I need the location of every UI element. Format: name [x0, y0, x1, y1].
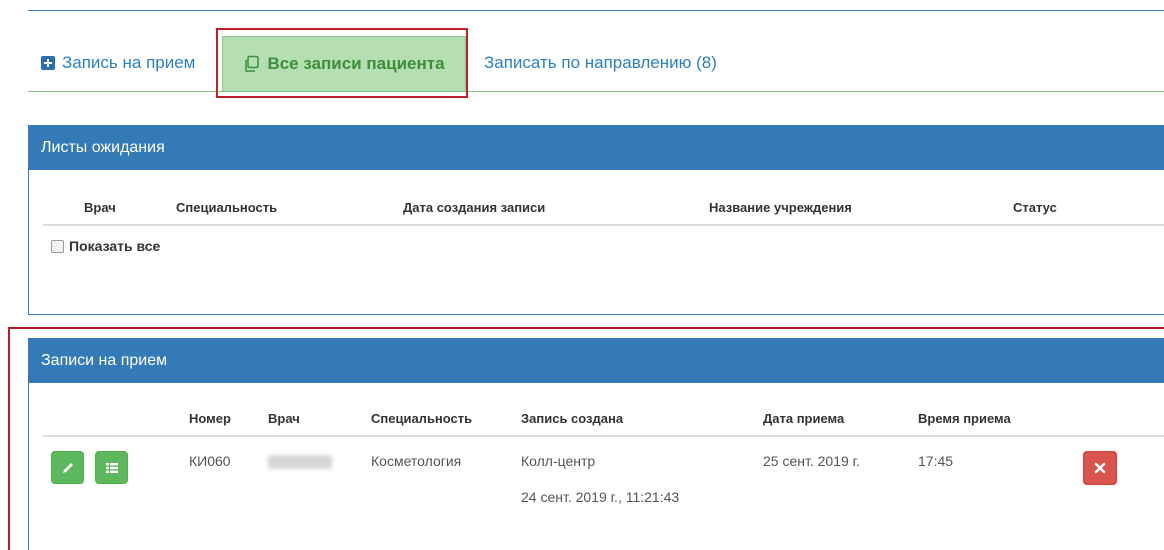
waiting-list-title: Листы ожидания [29, 126, 1164, 170]
checkbox[interactable] [51, 239, 64, 253]
pencil-icon [62, 462, 73, 473]
close-icon [1094, 462, 1106, 474]
tab-all-records-label: Все записи пациента [267, 54, 445, 73]
plus-square-icon [41, 56, 55, 70]
list-icon [105, 462, 118, 473]
tab-referral[interactable]: Записать по направлению (8) [484, 35, 717, 91]
tab-bar: Запись на прием Все записи пациента Запи… [28, 35, 1164, 92]
blurred-doctor-name [268, 455, 332, 469]
row-created-by: Колл-центр [521, 453, 596, 469]
waiting-list-header: Врач Специальность Дата создания записи … [43, 192, 1164, 226]
appointments-panel: Записи на прием Номер Врач Специальность… [28, 338, 1164, 550]
col-doctor: Врач [268, 411, 300, 426]
copy-icon [243, 55, 261, 73]
row-time: 17:45 [918, 453, 954, 469]
row-date: 25 сент. 2019 г. [763, 453, 860, 469]
tab-appointment-label: Запись на прием [62, 53, 196, 72]
show-all-checkbox[interactable]: Показать все [51, 238, 160, 254]
col-number: Номер [189, 411, 231, 426]
delete-button[interactable] [1083, 451, 1117, 485]
col-created: Запись создана [521, 411, 624, 426]
tab-all-records[interactable]: Все записи пациента [222, 36, 466, 91]
appointments-header: Номер Врач Специальность Запись создана … [43, 403, 1164, 437]
col-specialty: Специальность [371, 411, 473, 426]
show-all-label: Показать все [69, 238, 161, 254]
col-institution: Название учреждения [709, 200, 852, 215]
tab-bar-border [28, 91, 1164, 92]
col-created-date: Дата создания записи [403, 200, 546, 215]
edit-button[interactable] [51, 451, 84, 484]
col-time: Время приема [918, 411, 1011, 426]
tab-referral-label: Записать по направлению (8) [484, 53, 717, 72]
appointments-title: Записи на прием [29, 339, 1164, 383]
col-doctor: Врач [84, 200, 116, 215]
col-specialty: Специальность [176, 200, 278, 215]
row-created-at: 24 сент. 2019 г., 11:21:43 [521, 489, 680, 505]
col-date: Дата приема [763, 411, 845, 426]
details-button[interactable] [95, 451, 128, 484]
row-specialty: Косметология [371, 453, 462, 469]
col-status: Статус [1013, 200, 1057, 215]
table-row: КИ060 Косметология Колл-центр 24 сент. 2… [43, 441, 1164, 511]
waiting-list-panel: Листы ожидания Врач Специальность Дата с… [28, 125, 1164, 315]
tab-appointment[interactable]: Запись на прием [41, 35, 195, 91]
top-divider [28, 10, 1164, 11]
row-number: КИ060 [189, 453, 231, 469]
row-doctor [268, 453, 332, 472]
